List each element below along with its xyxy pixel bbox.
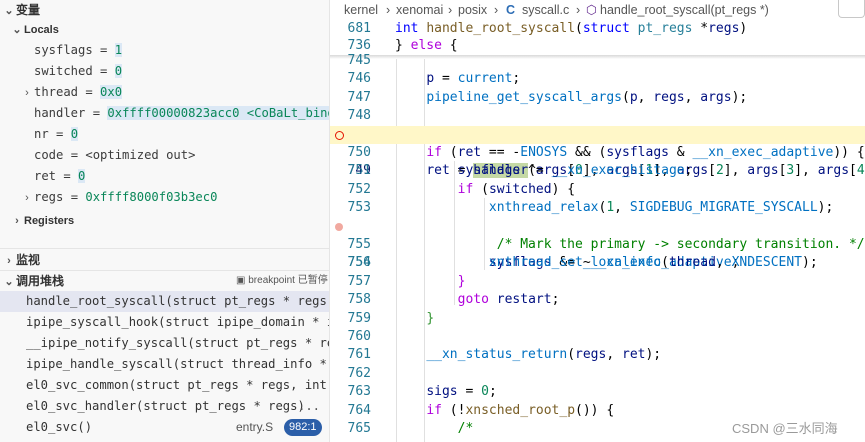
- code-line[interactable]: 750 if (ret == -ENOSYS && (sysflags & __…: [330, 144, 865, 162]
- stack-frame[interactable]: el0_svc_common(struct pt_regs * regs, in…: [0, 375, 329, 396]
- callstack-header[interactable]: ⌄ 调用堆栈 ▣ breakpoint 已暂停: [0, 271, 329, 291]
- breadcrumb-item[interactable]: handle_root_syscall(pt_regs *): [600, 0, 769, 20]
- code-line[interactable]: 747 pipeline_get_syscall_args(p, regs, a…: [330, 89, 865, 107]
- divider: [0, 248, 329, 249]
- code-line[interactable]: 759 }: [330, 310, 865, 328]
- watch-header[interactable]: › 监视: [0, 250, 40, 270]
- code-line[interactable]: 761 __xn_status_return(regs, ret);: [330, 346, 865, 364]
- current-line[interactable]: 749 ret = handler(args[0], args[1], args…: [330, 125, 865, 179]
- stack-frame[interactable]: ipipe_handle_syscall(struct thread_info …: [0, 354, 329, 375]
- breadcrumb-item[interactable]: xenomai: [396, 0, 443, 20]
- editor-action-button[interactable]: [838, 0, 865, 18]
- c-file-icon: C: [506, 3, 516, 17]
- variable-row[interactable]: handler = 0xffff00000823acc0 <CoBaLt_bin…: [0, 103, 329, 124]
- chevron-down-icon: ⌄: [4, 276, 14, 288]
- stack-frame[interactable]: el0_svc() entry.S 982:1: [0, 417, 329, 438]
- stack-frame[interactable]: handle_root_syscall(struct pt_regs * reg…: [0, 291, 329, 312]
- line-badge: 982:1: [284, 419, 322, 436]
- variable-row[interactable]: › thread = 0x0: [0, 82, 123, 104]
- code-line[interactable]: 760: [330, 328, 865, 346]
- variable-row[interactable]: switched = 0: [0, 61, 123, 82]
- code-line[interactable]: 756 xnthread_set_localinfo(thread, XNDES…: [330, 254, 865, 272]
- variable-row[interactable]: › regs = 0xffff8000f03b3ec0: [0, 187, 217, 208]
- code-line[interactable]: 748: [330, 107, 865, 125]
- breadcrumb-item[interactable]: posix: [458, 0, 487, 20]
- code-line[interactable]: 755 /* Mark the primary -> secondary tra…: [330, 236, 865, 254]
- registers-scope[interactable]: › Registers: [8, 211, 74, 231]
- code-line[interactable]: 762: [330, 365, 865, 383]
- chevron-down-icon: ⌄: [12, 24, 22, 36]
- variable-row[interactable]: nr = 0: [0, 124, 79, 145]
- chevron-right-icon: ›: [7, 255, 11, 267]
- chevron-down-icon: ⌄: [4, 5, 14, 17]
- code-line[interactable]: 758 goto restart;: [330, 291, 865, 309]
- code-line[interactable]: 746 p = current;: [330, 70, 865, 88]
- code-line[interactable]: 751 sysflags ^= __xn_exec_histage;: [330, 162, 865, 180]
- code-line[interactable]: 757 }: [330, 273, 865, 291]
- variable-row[interactable]: ret = 0: [0, 166, 86, 187]
- breakpoint-hint-icon[interactable]: [335, 222, 343, 231]
- breakpoint-current-icon[interactable]: [335, 130, 344, 140]
- chevron-right-icon: ›: [576, 3, 581, 17]
- code-line[interactable]: 752 if (switched) {: [330, 181, 865, 199]
- chevron-right-icon: ›: [448, 3, 453, 17]
- breadcrumb: kernel › xenomai › posix › C syscall.c ›…: [330, 0, 865, 20]
- pause-status: ▣ breakpoint 已暂停: [236, 275, 328, 286]
- chevron-right-icon: ›: [15, 215, 19, 227]
- locals-scope[interactable]: ⌄ Locals: [8, 20, 58, 40]
- pause-icon: ▣: [236, 275, 246, 286]
- variables-header[interactable]: ⌄ 变量: [0, 0, 40, 20]
- stack-frame[interactable]: __ipipe_notify_syscall(struct pt_regs * …: [0, 333, 329, 354]
- code-line[interactable]: 754 sysflags &= ~__xn_exec_adaptive;: [330, 218, 865, 270]
- breadcrumb-item[interactable]: syscall.c: [522, 0, 569, 20]
- debug-sidebar: ⌄ 变量 ⌄ Locals sysflags = 1 switched = 0 › t…: [0, 0, 329, 442]
- code-editor[interactable]: kernel › xenomai › posix › C syscall.c ›…: [330, 0, 865, 442]
- variable-row[interactable]: sysflags = 1: [0, 40, 123, 61]
- symbol-method-icon: ⬡: [586, 3, 597, 17]
- stack-frame[interactable]: ipipe_syscall_hook(struct ipipe_domain *…: [0, 312, 329, 333]
- variable-row[interactable]: code = <optimized out>: [0, 145, 195, 166]
- chevron-right-icon: ›: [494, 3, 499, 17]
- chevron-right-icon[interactable]: ›: [20, 188, 34, 209]
- code-line[interactable]: 745: [330, 52, 865, 70]
- code-line[interactable]: 763 sigs = 0;: [330, 383, 865, 401]
- chevron-right-icon: ›: [386, 3, 391, 17]
- breadcrumb-item[interactable]: kernel: [344, 0, 378, 20]
- more-actions[interactable]: ...: [298, 396, 320, 417]
- code-line[interactable]: 753 xnthread_relax(1, SIGDEBUG_MIGRATE_S…: [330, 199, 865, 217]
- chevron-right-icon[interactable]: ›: [20, 83, 34, 104]
- watermark: CSDN @三水同海: [732, 421, 838, 436]
- sticky-line[interactable]: 681 int handle_root_syscall(struct pt_re…: [330, 20, 865, 38]
- stack-frame[interactable]: el0_svc_handler(struct pt_regs * regs) .…: [0, 396, 329, 417]
